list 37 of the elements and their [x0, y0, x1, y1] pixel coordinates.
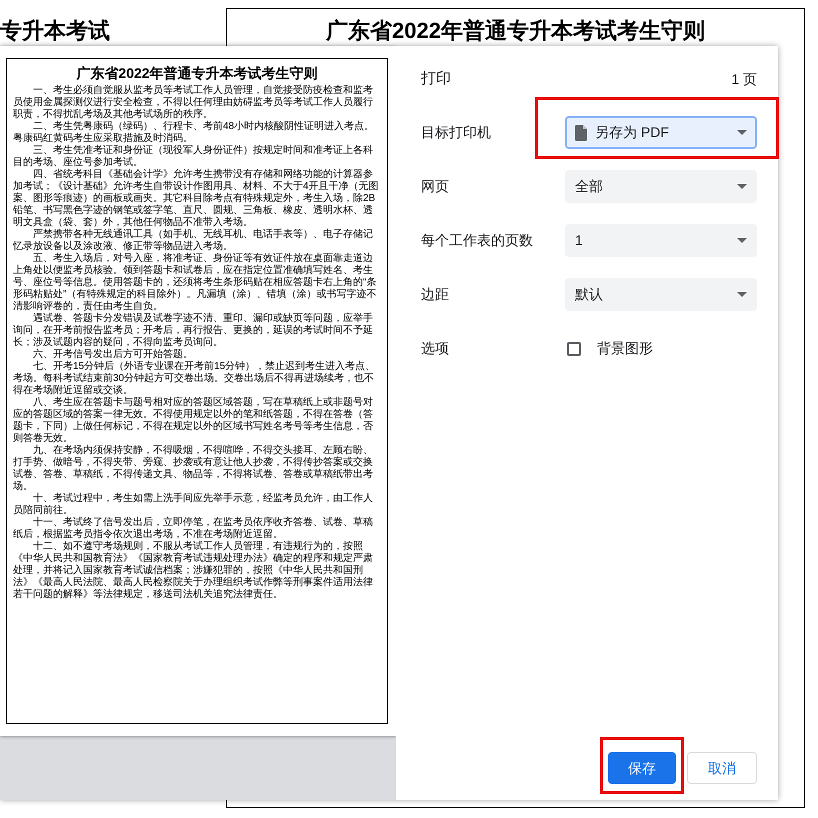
setting-label: 边距 — [421, 285, 450, 304]
document-title: 广东省2022年普通专升本考试考生守则 — [324, 17, 706, 45]
cancel-button[interactable]: 取消 — [687, 752, 757, 784]
preview-paragraph: 遇试卷、答题卡分发错误及试卷字迹不清、重印、漏印或缺页等问题，应举手询问，在开考前报告监考员；开考后，再行报告、更换的，延误的考试时间不予延长；涉及试题内容的疑问，不得向监考员询问。 — [13, 313, 374, 348]
preview-paragraph: 一、考生必须自觉服从监考员等考试工作人员管理，自觉接受防疫检查和监考员使用金属探测仪进行安全检查，不得以任何理由妨碍监考员等考试工作人员履行职责，不得扰乱考场及其他考试场所的秩序。 — [13, 85, 374, 120]
caret-icon — [737, 184, 747, 189]
dropdown-field[interactable]: 默认 — [565, 278, 757, 311]
setting-label: 每个工作表的页数 — [421, 231, 534, 250]
checkbox[interactable] — [567, 342, 581, 356]
document-heading: 专升本考试 — [0, 17, 110, 45]
dropdown-field[interactable]: 另存为 PDF — [565, 116, 757, 149]
preview-paragraph: 十、考试过程中，考生如需上洗手间应先举手示意，经监考员允许，由工作人员陪同前往。 — [13, 493, 374, 516]
save-button[interactable]: 保存 — [608, 752, 676, 784]
setting-label: 目标打印机 — [421, 123, 492, 142]
document-icon — [575, 124, 587, 140]
preview-paragraph: 十一、考试终了信号发出后，立即停笔，在监考员依序收齐答卷、试卷、草稿纸后，根据监考员指令依次退出考场，不准在考场附近逗留。 — [13, 517, 374, 540]
setting-label: 网页 — [421, 177, 450, 196]
preview-paragraph: 八、考生应在答题卡与题号相对应的答题区域答题，写在草稿纸上或非题号对应的答题区域的答案一律无效。不得使用规定以外的笔和纸答题，不得在答卷（答题卡，下同）上做任何标记，不得在规定以外的区域书写姓名考号等考生信息，否则答卷无效。 — [13, 397, 374, 444]
dropdown-field[interactable]: 全部 — [565, 170, 757, 203]
preview-paragraph: 二、考生凭粤康码（绿码）、行程卡、考前48小时内核酸阴性证明进入考点。粤康码红黄码考生应采取措施及时消码。 — [13, 121, 376, 144]
preview-paragraph: 四、省统考科目《基础会计学》允许考生携带没有存储和网络功能的计算器参加考试；《设计基础》允许考生自带设计作图用具、材料、不大于4开且干净（无图案、图形等痕迹）的画板或画夹。其它科目除考点有特殊规定外，考生入场，除2B铅笔、书写黑色字迹的钢笔或签字笔、直尺、圆规、三角板、橡皮、透明水杯、透明文具盒（袋、套）外，其他任何物品不准带入考场。 — [13, 169, 380, 228]
preview-paragraph: 三、考生凭准考证和身份证（现役军人身份证件）按规定时间和准考证上各科目的考场、座位号参加考试。 — [13, 145, 374, 168]
preview-paragraph: 六、开考信号发出后方可开始答题。 — [32, 349, 194, 360]
dialog-title: 打印 — [421, 68, 451, 89]
page-count: 1 页 — [731, 70, 757, 88]
preview-paragraph: 严禁携带各种无线通讯工具（如手机、无线耳机、电话手表等）、电子存储记忆录放设备以及涂改液、修正带等物品进入考场。 — [13, 229, 374, 252]
preview-paragraph: 五、考生入场后，对号入座，将准考证、身份证等有效证件放在桌面靠走道边上角处以便监考员核验。领到答题卡和试卷后，应在指定位置准确填写姓名、考生号、座位号等信息。使用答题卡的，还须将考生条形码贴在相应答题卡右上角的“条形码粘贴处”（有特殊规定的科目除外）。凡漏填（涂）、错填（涂）或书写字迹不清影响评卷的，责任由考生自负。 — [13, 253, 378, 312]
setting-label: 选项 — [421, 339, 450, 358]
preview-paragraph: 七、开考15分钟后（外语专业课在开考前15分钟），禁止迟到考生进入考点、考场。每科考试结束前30分钟起方可交卷出场。交卷出场后不得再进场续考，也不得在考场附近逗留或交谈。 — [13, 361, 376, 396]
checkbox-label: 背景图形 — [597, 339, 653, 358]
caret-icon — [737, 292, 747, 297]
preview-title: 广东省2022年普通专升本考试考生守则 — [75, 64, 319, 83]
caret-icon — [737, 130, 747, 135]
preview-paragraph: 九、在考场内须保持安静，不得吸烟，不得喧哗，不得交头接耳、左顾右盼、打手势、做暗号，不得夹带、旁窥、抄袭或有意让他人抄袭，不得传抄答案或交换试卷、答卷、草稿纸，不得传递文具、物品等，不得将试卷、答卷或草稿纸带出考场。 — [13, 445, 374, 492]
caret-icon — [737, 238, 747, 243]
dropdown-field[interactable]: 1 — [565, 224, 757, 257]
preview-paragraph: 十二、如不遵守考场规则，不服从考试工作人员管理，有违规行为的，按照《中华人民共和国教育法》《国家教育考试违规处理办法》确定的程序和规定严肃处理，并将记入国家教育考试诚信档案；涉嫌犯罪的，按照《中华人民共和国刑法》《最高人民法院、最高人民检察院关于办理组织考试作弊等刑事案件适用法律若干问题的解释》等法律规定，移送司法机关追究法律责任。 — [13, 541, 374, 601]
